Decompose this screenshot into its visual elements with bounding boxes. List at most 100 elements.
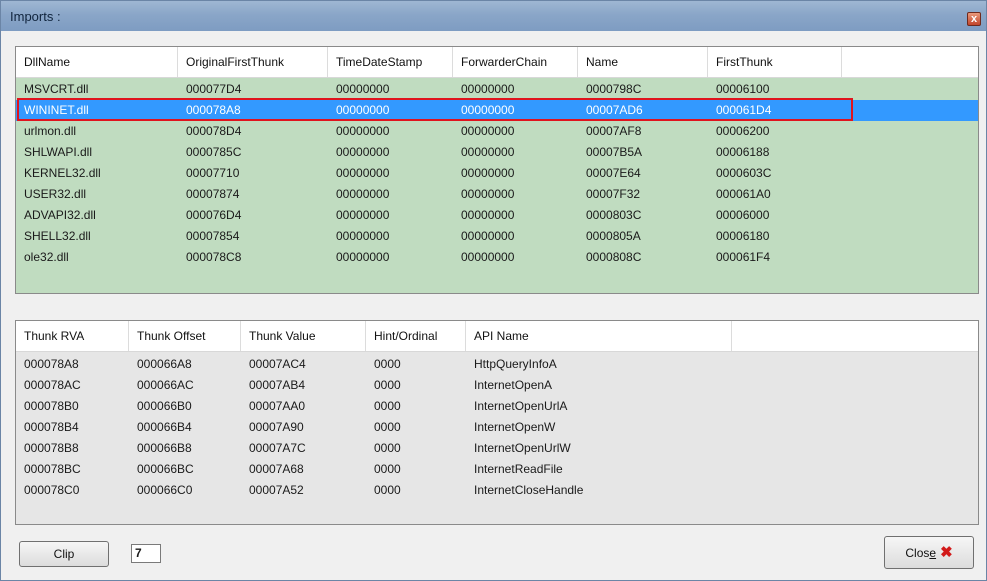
column-header[interactable]: FirstThunk — [708, 47, 842, 77]
column-header[interactable]: ForwarderChain — [453, 47, 578, 77]
clip-button[interactable]: Clip — [19, 541, 109, 567]
thunk-cell: 00007AB4 — [249, 378, 306, 392]
dll-cell: 00000000 — [336, 103, 390, 117]
dll-row[interactable]: ole32.dll 000078C8 00000000 00000000 0000808… — [16, 247, 978, 268]
dll-cell: 000061D4 — [716, 103, 772, 117]
thunk-cell: 0000 — [374, 462, 401, 476]
dll-cell: 000076D4 — [186, 208, 242, 222]
window-title: Imports : — [10, 9, 61, 24]
thunk-cell: 0000 — [374, 357, 401, 371]
dll-row[interactable]: urlmon.dll 000078D4 00000000 00000000 00007A… — [16, 121, 978, 142]
thunk-row[interactable]: 000078A8 000066A8 00007AC4 0000 HttpQueryInf… — [16, 354, 978, 375]
column-header[interactable]: Hint/Ordinal — [366, 321, 466, 351]
dll-cell: ADVAPI32.dll — [24, 208, 96, 222]
column-header[interactable]: Thunk Value — [241, 321, 366, 351]
thunk-row[interactable]: 000078B4 000066B4 00007A90 0000 InternetOpen… — [16, 417, 978, 438]
thunk-cell: 000078A8 — [24, 357, 79, 371]
close-x-icon: ✖ — [940, 544, 953, 561]
column-header[interactable]: Name — [578, 47, 708, 77]
dll-cell: ole32.dll — [24, 250, 69, 264]
dll-table-header: DllName OriginalFirstThunk TimeDateStamp Fo… — [16, 47, 978, 78]
column-header[interactable]: OriginalFirstThunk — [178, 47, 328, 77]
dll-cell: 00007AF8 — [586, 124, 642, 138]
thunk-cell: 0000 — [374, 483, 401, 497]
thunk-cell: 00007A68 — [249, 462, 304, 476]
column-header[interactable]: API Name — [466, 321, 732, 351]
thunk-cell: 0000 — [374, 420, 401, 434]
thunk-cell: 000066AC — [137, 378, 194, 392]
dll-cell: 00007874 — [186, 187, 240, 201]
dll-cell: 0000805A — [586, 229, 641, 243]
thunk-row[interactable]: 000078AC 000066AC 00007AB4 0000 InternetOpen… — [16, 375, 978, 396]
dll-row[interactable]: MSVCRT.dll 000077D4 00000000 00000000 000079… — [16, 79, 978, 100]
dll-cell: 00007854 — [186, 229, 240, 243]
dll-row[interactable]: SHLWAPI.dll 0000785C 00000000 00000000 00007… — [16, 142, 978, 163]
title-bar: Imports : x — [1, 1, 986, 31]
dll-cell: 00000000 — [461, 208, 515, 222]
thunk-cell: 000066C0 — [137, 483, 193, 497]
dll-cell: WININET.dll — [24, 103, 89, 117]
thunk-cell: InternetOpenUrlW — [474, 441, 571, 455]
dll-cell: SHELL32.dll — [24, 229, 91, 243]
dll-row[interactable]: ADVAPI32.dll 000076D4 00000000 00000000 0000… — [16, 205, 978, 226]
count-field[interactable]: 7 — [131, 544, 161, 563]
dll-cell: 00000000 — [336, 166, 390, 180]
dll-cell: 00007E64 — [586, 166, 641, 180]
thunk-row[interactable]: 000078C0 000066C0 00007A52 0000 InternetClos… — [16, 480, 978, 501]
dll-cell: 00000000 — [461, 229, 515, 243]
dll-cell: 00000000 — [461, 187, 515, 201]
close-button[interactable]: Close ✖ — [884, 536, 974, 569]
thunk-cell: HttpQueryInfoA — [474, 357, 557, 371]
dll-cell: urlmon.dll — [24, 124, 77, 138]
dll-cell: 0000803C — [586, 208, 642, 222]
column-header[interactable]: TimeDateStamp — [328, 47, 453, 77]
column-header[interactable]: DllName — [16, 47, 178, 77]
thunk-cell: 000078B8 — [24, 441, 79, 455]
thunk-cell: 00007AC4 — [249, 357, 306, 371]
thunk-cell: 00007AA0 — [249, 399, 306, 413]
dll-row[interactable]: KERNEL32.dll 00007710 00000000 00000000 0000… — [16, 163, 978, 184]
dll-row[interactable]: WININET.dll 000078A8 00000000 00000000 00007… — [16, 100, 978, 121]
dll-imports-table: DllName OriginalFirstThunk TimeDateStamp Fo… — [15, 46, 979, 294]
thunk-cell: 000066A8 — [137, 357, 192, 371]
thunk-cell: InternetOpenW — [474, 420, 556, 434]
close-button-hotkey: e — [929, 546, 937, 560]
thunk-row[interactable]: 000078B0 000066B0 00007AA0 0000 InternetOpen… — [16, 396, 978, 417]
dll-cell: 00007710 — [186, 166, 240, 180]
dll-cell: 00000000 — [336, 124, 390, 138]
thunk-cell: 0000 — [374, 441, 401, 455]
thunk-cell: 000066B4 — [137, 420, 192, 434]
dll-row[interactable]: USER32.dll 00007874 00000000 00000000 00007F… — [16, 184, 978, 205]
column-header[interactable]: Thunk RVA — [16, 321, 129, 351]
dll-cell: 00000000 — [336, 250, 390, 264]
dll-cell: 0000603C — [716, 166, 772, 180]
column-header-filler — [842, 47, 978, 77]
thunk-cell: 000078AC — [24, 378, 81, 392]
thunk-cell: 0000 — [374, 399, 401, 413]
dll-cell: 00006188 — [716, 145, 770, 159]
column-header[interactable]: Thunk Offset — [129, 321, 241, 351]
thunk-row[interactable]: 000078BC 000066BC 00007A68 0000 InternetRead… — [16, 459, 978, 480]
dll-cell: 00006100 — [716, 82, 770, 96]
dll-cell: 00006000 — [716, 208, 770, 222]
thunk-cell: 0000 — [374, 378, 401, 392]
column-header-filler — [732, 321, 932, 351]
dll-cell: 000061A0 — [716, 187, 771, 201]
thunk-cell: 000078B0 — [24, 399, 79, 413]
thunk-cell: 000066BC — [137, 462, 194, 476]
dll-cell: 00000000 — [336, 145, 390, 159]
thunk-cell: 000078B4 — [24, 420, 79, 434]
dll-cell: 00006180 — [716, 229, 770, 243]
close-button-label: Clos — [905, 546, 930, 560]
thunk-row[interactable]: 000078B8 000066B8 00007A7C 0000 InternetOpen… — [16, 438, 978, 459]
thunk-cell: InternetOpenA — [474, 378, 553, 392]
dll-row[interactable]: SHELL32.dll 00007854 00000000 00000000 00008… — [16, 226, 978, 247]
dll-cell: 00000000 — [336, 82, 390, 96]
thunk-cell: 000066B0 — [137, 399, 192, 413]
dll-cell: 00006200 — [716, 124, 770, 138]
dll-cell: 00000000 — [461, 124, 515, 138]
thunk-table: Thunk RVA Thunk Offset Thunk Value Hint/Ord… — [15, 320, 979, 525]
dll-cell: 000061F4 — [716, 250, 771, 264]
dll-cell: 00007F32 — [586, 187, 641, 201]
window-close-icon[interactable]: x — [967, 12, 981, 26]
